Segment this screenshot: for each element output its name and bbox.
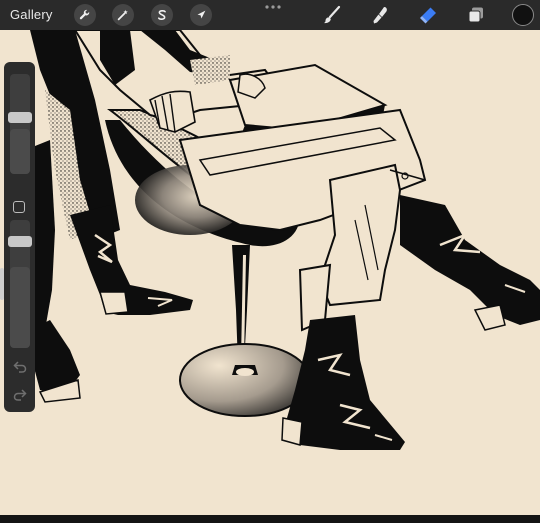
modify-button[interactable] bbox=[13, 201, 25, 213]
artwork-illustration bbox=[25, 30, 540, 450]
left-sidebar bbox=[4, 62, 35, 412]
selection-button[interactable] bbox=[151, 4, 173, 26]
bottom-bar bbox=[0, 515, 540, 523]
layers-icon bbox=[468, 7, 483, 23]
smudge-finger-icon bbox=[373, 6, 387, 24]
redo-button[interactable] bbox=[12, 388, 28, 402]
sidebar-edge-handle[interactable] bbox=[0, 268, 4, 300]
crossed-leg-boot bbox=[400, 195, 540, 325]
magic-wand-icon bbox=[117, 9, 128, 21]
opacity-thumb[interactable] bbox=[8, 236, 32, 247]
actions-button[interactable] bbox=[74, 4, 96, 26]
eraser-tool-button[interactable] bbox=[416, 4, 440, 26]
undo-button[interactable] bbox=[12, 360, 28, 374]
selection-s-icon bbox=[157, 10, 166, 20]
wrench-icon bbox=[79, 9, 90, 20]
stool-base bbox=[179, 343, 311, 417]
arrow-cursor-icon bbox=[197, 10, 206, 19]
redo-arrow-icon bbox=[13, 389, 27, 401]
standing-boot bbox=[285, 315, 405, 450]
adjustments-button[interactable] bbox=[112, 4, 134, 26]
drawing-canvas[interactable] bbox=[0, 30, 540, 515]
more-dots-icon[interactable] bbox=[264, 2, 282, 12]
transform-button[interactable] bbox=[190, 4, 212, 26]
layers-button[interactable] bbox=[464, 4, 488, 26]
brush-icon bbox=[324, 5, 341, 24]
brush-size-slider[interactable] bbox=[8, 74, 32, 174]
color-picker-button[interactable] bbox=[512, 4, 534, 26]
smudge-tool-button[interactable] bbox=[368, 4, 392, 26]
undo-arrow-icon bbox=[13, 361, 27, 373]
gallery-button[interactable]: Gallery bbox=[10, 5, 53, 25]
opacity-fill bbox=[10, 267, 30, 348]
eraser-icon bbox=[420, 7, 436, 24]
brush-tool-button[interactable] bbox=[320, 4, 344, 26]
opacity-slider[interactable] bbox=[8, 220, 32, 348]
brush-size-fill bbox=[10, 129, 30, 174]
brush-size-thumb[interactable] bbox=[8, 112, 32, 123]
top-toolbar: Gallery bbox=[0, 0, 540, 30]
